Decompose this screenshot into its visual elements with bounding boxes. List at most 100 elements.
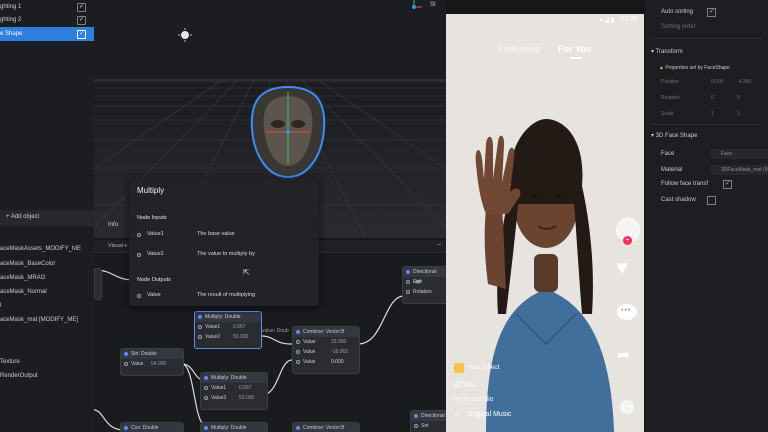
auto-sorting-checkbox[interactable]: ✓ xyxy=(707,8,716,17)
asset-item[interactable]: aceMaskAssets_MODIFY_ME xyxy=(0,242,94,256)
tooltip-inputs-header: Node Inputs xyxy=(137,215,167,221)
cast-shadow-label: Cast shadow xyxy=(661,197,696,203)
asset-item[interactable]: RenderOutput xyxy=(0,369,94,383)
hierarchy-item-label: e Shape xyxy=(0,31,23,37)
asset-item[interactable]: l xyxy=(0,299,94,313)
asset-item[interactable]: aceMask_Normal xyxy=(0,285,94,299)
node-port[interactable]: Value 0.000 xyxy=(293,357,359,367)
username[interactable]: @You xyxy=(454,380,476,389)
sorting-order-label: Sorting order xyxy=(661,24,696,30)
hierarchy-item-lighting-1[interactable]: ghting 1 ✓ xyxy=(0,0,94,14)
cast-shadow-checkbox[interactable] xyxy=(707,196,716,205)
port-value[interactable]: 0.000 xyxy=(331,357,344,367)
warning-row: ▲ Properties set by FaceShape xyxy=(659,62,730,74)
tooltip-output-row: Value The result of multiplying xyxy=(137,290,313,304)
tooltip-input-row: Value2 The value to multiply by xyxy=(137,249,313,263)
port-value[interactable]: 54.000 xyxy=(151,359,166,369)
info-tab[interactable]: Info xyxy=(94,218,134,232)
sin-node[interactable]: Sin: Double Value 54.000 xyxy=(120,348,184,376)
axis-gizmo[interactable]: SI xyxy=(404,0,444,14)
node-port[interactable]: Value1 0.567 xyxy=(201,383,267,393)
music-disc-icon[interactable] xyxy=(620,400,634,414)
node-port[interactable]: Rotation xyxy=(403,287,446,297)
node-port[interactable]: Set xyxy=(411,421,446,431)
cos-node[interactable]: Cos: Double xyxy=(120,422,184,432)
like-heart-icon[interactable]: ♥ xyxy=(616,258,628,278)
multiply-node[interactable]: Multiply: Double xyxy=(200,422,268,432)
node-port[interactable]: Set xyxy=(403,277,446,287)
status-icons: ▾ ◢ ▮ xyxy=(599,18,614,24)
position-y[interactable]: -4.356 xyxy=(737,76,751,88)
rotation-y[interactable]: 0 xyxy=(737,92,740,104)
node-port[interactable]: Value1 0.567 xyxy=(195,322,261,332)
directional-light-node[interactable]: Directional Ligh Set Rotation xyxy=(402,266,446,304)
hierarchy-item-face-shape[interactable]: e Shape ✓ xyxy=(0,27,94,41)
port-label: Value3 xyxy=(211,395,227,401)
device-preview[interactable]: ▾ ◢ ▮ 12:30 Following For You + ♥ ••• ➦ … xyxy=(446,14,644,432)
transform-section-header[interactable]: ▾ Transform xyxy=(651,46,683,58)
graph-node-partial[interactable] xyxy=(94,268,102,300)
comment-icon[interactable]: ••• xyxy=(617,304,637,320)
output-name: Value xyxy=(147,292,161,298)
scale-y[interactable]: 1 xyxy=(737,108,740,120)
port-value[interactable]: 0.567 xyxy=(239,383,252,393)
port-label: Value xyxy=(303,339,316,345)
follow-plus-icon[interactable]: + xyxy=(623,236,632,245)
visibility-checkbox[interactable]: ✓ xyxy=(77,16,86,25)
node-port[interactable]: Value3 50.000 xyxy=(201,393,267,403)
light-gizmo-icon[interactable] xyxy=(178,28,192,42)
music-title: Original Music xyxy=(467,411,512,418)
scale-x[interactable]: 1 xyxy=(711,108,714,120)
port-label: Set xyxy=(413,279,421,285)
port-value[interactable]: 0.567 xyxy=(233,322,246,332)
node-title: Multiply: Double xyxy=(195,312,261,322)
asset-item[interactable]: aceMask_MRAO xyxy=(0,271,94,285)
face-mask-object[interactable] xyxy=(246,84,330,180)
node-title: Multiply: Double xyxy=(201,423,267,432)
node-title: Combine: Vector3f xyxy=(293,327,359,337)
port-value[interactable]: 50.000 xyxy=(233,332,248,342)
combine-vector3f-node[interactable]: Combine: Vector3f Value 22.000 Value -16.0… xyxy=(292,326,360,374)
asset-item[interactable]: aceMask_BaseColor xyxy=(0,257,94,271)
follow-face-checkbox[interactable]: ✓ xyxy=(723,180,732,189)
face-shape-header-label: 3D Face Shape xyxy=(655,133,698,139)
port-value[interactable]: -16.063 xyxy=(331,347,348,357)
visibility-checkbox[interactable]: ✓ xyxy=(77,3,86,12)
hierarchy-item-lighting-2[interactable]: ghting 2 ✓ xyxy=(0,13,94,27)
node-port[interactable]: Value -16.063 xyxy=(293,347,359,357)
tab-for-you[interactable]: For You xyxy=(558,44,591,54)
multiply-node[interactable]: Multiply: Double Value1 0.567 Value2 50.00… xyxy=(194,311,262,349)
music-info[interactable]: ♫ Original Music xyxy=(454,410,544,420)
asset-item[interactable]: aceMask_mat [MODIFY_ME] xyxy=(0,313,94,327)
rotation-x[interactable]: 0 xyxy=(711,92,714,104)
combine-vector3f-node[interactable]: Combine: Vector3f xyxy=(292,422,360,432)
node-port[interactable]: Value 54.000 xyxy=(121,359,183,369)
port-value[interactable]: 22.000 xyxy=(331,337,346,347)
face-shape-section-header[interactable]: ▾ 3D Face Shape xyxy=(651,130,697,142)
cast-shadow-row: Cast shadow xyxy=(661,194,716,206)
directional-light-node[interactable]: Directional Set xyxy=(410,410,446,432)
transform-header-label: Transform xyxy=(655,49,683,55)
asset-item[interactable]: Texture xyxy=(0,355,94,369)
hashtag[interactable]: #effectstudio xyxy=(454,396,494,403)
add-object-button[interactable]: + Add object xyxy=(6,214,39,220)
port-value[interactable]: 50.000 xyxy=(239,393,254,403)
tab-following[interactable]: Following xyxy=(498,44,540,54)
rotation-label: Rotation xyxy=(661,95,680,101)
multiply-node[interactable]: Multiply: Double Value1 0.567 Value3 50.00… xyxy=(200,372,268,410)
position-x[interactable]: 0.000 xyxy=(711,76,724,88)
tab-indicator xyxy=(570,57,582,59)
tooltip-title: Multiply xyxy=(137,186,165,195)
node-port[interactable]: Value 22.000 xyxy=(293,337,359,347)
input-name: Value1 xyxy=(147,231,164,237)
tooltip-input-row: Value1 The base value xyxy=(137,229,313,243)
face-select[interactable]: Face xyxy=(711,149,768,159)
divider xyxy=(651,38,762,39)
material-select[interactable]: 3DFaceMask_mat (M xyxy=(711,165,768,175)
share-arrow-icon[interactable]: ➦ xyxy=(617,345,630,365)
effect-badge[interactable]: Your Effect xyxy=(454,362,514,374)
node-port[interactable]: Value2 50.000 xyxy=(195,332,261,342)
port-label: Set xyxy=(421,423,429,429)
port-label: Value xyxy=(303,359,316,365)
visibility-checkbox[interactable]: ✓ xyxy=(77,30,86,39)
